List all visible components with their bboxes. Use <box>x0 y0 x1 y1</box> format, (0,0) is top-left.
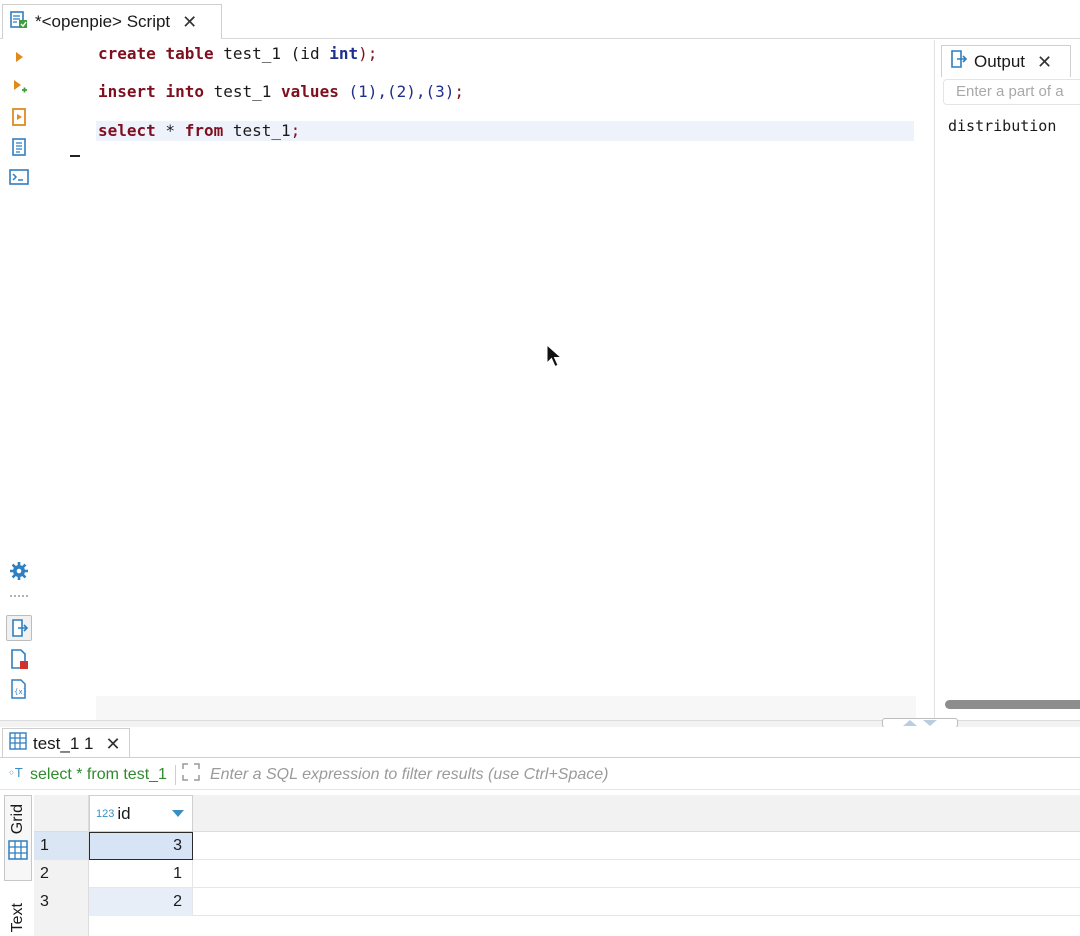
column-header-id[interactable]: 123 id <box>89 795 193 832</box>
results-filter-input[interactable]: Enter a SQL expression to filter results… <box>210 766 609 784</box>
query-text: select * from test_1 <box>30 765 167 783</box>
execute-statement-icon[interactable] <box>8 46 30 68</box>
code-keyword: insert <box>98 82 156 101</box>
code-text: * <box>155 121 185 140</box>
column-name: id <box>117 803 131 823</box>
svg-text:{x}: {x} <box>14 688 27 696</box>
explain-plan-icon[interactable] <box>8 136 30 158</box>
execute-new-tab-icon[interactable] <box>8 76 30 98</box>
grid-icon <box>8 840 28 865</box>
terminal-icon[interactable] <box>8 166 30 188</box>
numeric-type-icon: 123 <box>96 807 115 820</box>
grid-view-tab[interactable]: Grid <box>4 795 32 881</box>
row-number[interactable]: 1 <box>34 832 89 860</box>
output-tab[interactable]: Output ✕ <box>941 45 1071 77</box>
code-punct: ); <box>358 44 378 63</box>
close-icon[interactable]: ✕ <box>182 13 197 31</box>
code-text: test_1 <box>223 121 291 140</box>
code-keyword: select <box>98 121 156 140</box>
results-panel: test_1 1 ✕ ◦T select * from test_1 Enter… <box>0 727 1080 936</box>
code-keyword: values <box>281 82 339 101</box>
minimize-arrow-icon[interactable] <box>923 720 937 726</box>
maximize-arrow-icon[interactable] <box>903 720 917 726</box>
row-number[interactable]: 2 <box>34 860 89 888</box>
code-line-1[interactable]: create table test_1 (id int); <box>98 44 377 64</box>
sql-text-icon: ◦T <box>8 764 26 785</box>
table-cell[interactable]: 3 <box>89 832 193 860</box>
dbeaver-window: *<openpie> Script ✕ {x} create table tes… <box>0 0 1080 936</box>
output-horizontal-scrollbar[interactable] <box>945 700 1080 709</box>
sort-arrow-icon[interactable] <box>172 810 184 817</box>
output-tab-label: Output <box>974 51 1026 71</box>
row-number[interactable]: 3 <box>34 888 89 916</box>
filter-separator <box>174 764 176 785</box>
sql-script-icon <box>9 10 29 35</box>
mouse-pointer-icon <box>546 343 563 368</box>
code-keyword: into <box>165 82 204 101</box>
sql-editor[interactable]: create table test_1 (id int); insert int… <box>36 40 916 696</box>
more-dots-icon[interactable] <box>8 592 30 600</box>
table-row[interactable]: 2 1 <box>34 860 1080 888</box>
results-grid: 123 id 1 3 2 1 3 2 <box>34 795 1080 936</box>
code-text: test_1 <box>203 82 282 101</box>
editor-side-toolbar: {x} <box>0 40 36 720</box>
script-tab-label: *<openpie> Script <box>35 12 171 31</box>
table-row-empty <box>34 916 1080 936</box>
code-punct: ; <box>454 82 465 101</box>
code-values: (1),(2),(3) <box>338 82 455 101</box>
code-type-keyword: int <box>329 44 359 63</box>
results-tab-divider <box>0 757 1080 758</box>
code-punct: ; <box>290 121 301 140</box>
results-tab-label: test_1 1 <box>33 733 94 753</box>
results-tab[interactable]: test_1 1 ✕ <box>2 728 130 758</box>
output-filter-input[interactable]: Enter a part of a <box>943 79 1080 105</box>
text-view-tab[interactable]: Text <box>4 895 32 936</box>
text-cursor <box>70 155 80 157</box>
svg-text:◦T: ◦T <box>8 766 23 780</box>
close-icon[interactable]: ✕ <box>106 735 121 753</box>
code-keyword: from <box>184 121 224 140</box>
editor-bottom-strip <box>96 696 916 720</box>
output-icon <box>948 49 968 74</box>
code-keyword: create <box>98 44 156 63</box>
code-keyword: table <box>165 44 214 63</box>
error-log-icon[interactable] <box>8 648 30 670</box>
variables-icon[interactable]: {x} <box>8 678 30 700</box>
results-view-switcher: Grid Text <box>4 795 32 936</box>
gear-icon[interactable] <box>8 560 30 582</box>
table-cell[interactable]: 2 <box>89 888 193 916</box>
text-tab-label: Text <box>9 903 26 933</box>
grid-tab-label: Grid <box>9 804 26 835</box>
script-tab[interactable]: *<openpie> Script ✕ <box>2 4 222 39</box>
table-row[interactable]: 1 3 <box>34 832 1080 860</box>
table-grid-icon <box>9 732 27 755</box>
row-number-empty <box>34 916 89 936</box>
close-icon[interactable]: ✕ <box>1037 53 1052 71</box>
code-line-2[interactable]: insert into test_1 values (1),(2),(3); <box>98 82 464 102</box>
code-text: test_1 (id <box>213 44 330 63</box>
table-cell[interactable]: 1 <box>89 860 193 888</box>
execute-script-icon[interactable] <box>8 106 30 128</box>
expand-filter-icon[interactable] <box>180 761 202 788</box>
output-panel: Output ✕ Enter a part of a distribution <box>934 40 1080 720</box>
editor-tab-bar: *<openpie> Script ✕ <box>0 0 1080 39</box>
table-row[interactable]: 3 2 <box>34 888 1080 916</box>
query-label[interactable]: ◦T select * from test_1 <box>8 764 167 785</box>
output-text: distribution <box>948 117 1057 135</box>
grid-corner-cell[interactable] <box>34 795 89 832</box>
results-filter-bar: ◦T select * from test_1 Enter a SQL expr… <box>0 760 1080 790</box>
show-output-icon[interactable] <box>6 615 32 641</box>
code-line-3[interactable]: select * from test_1; <box>96 121 914 141</box>
